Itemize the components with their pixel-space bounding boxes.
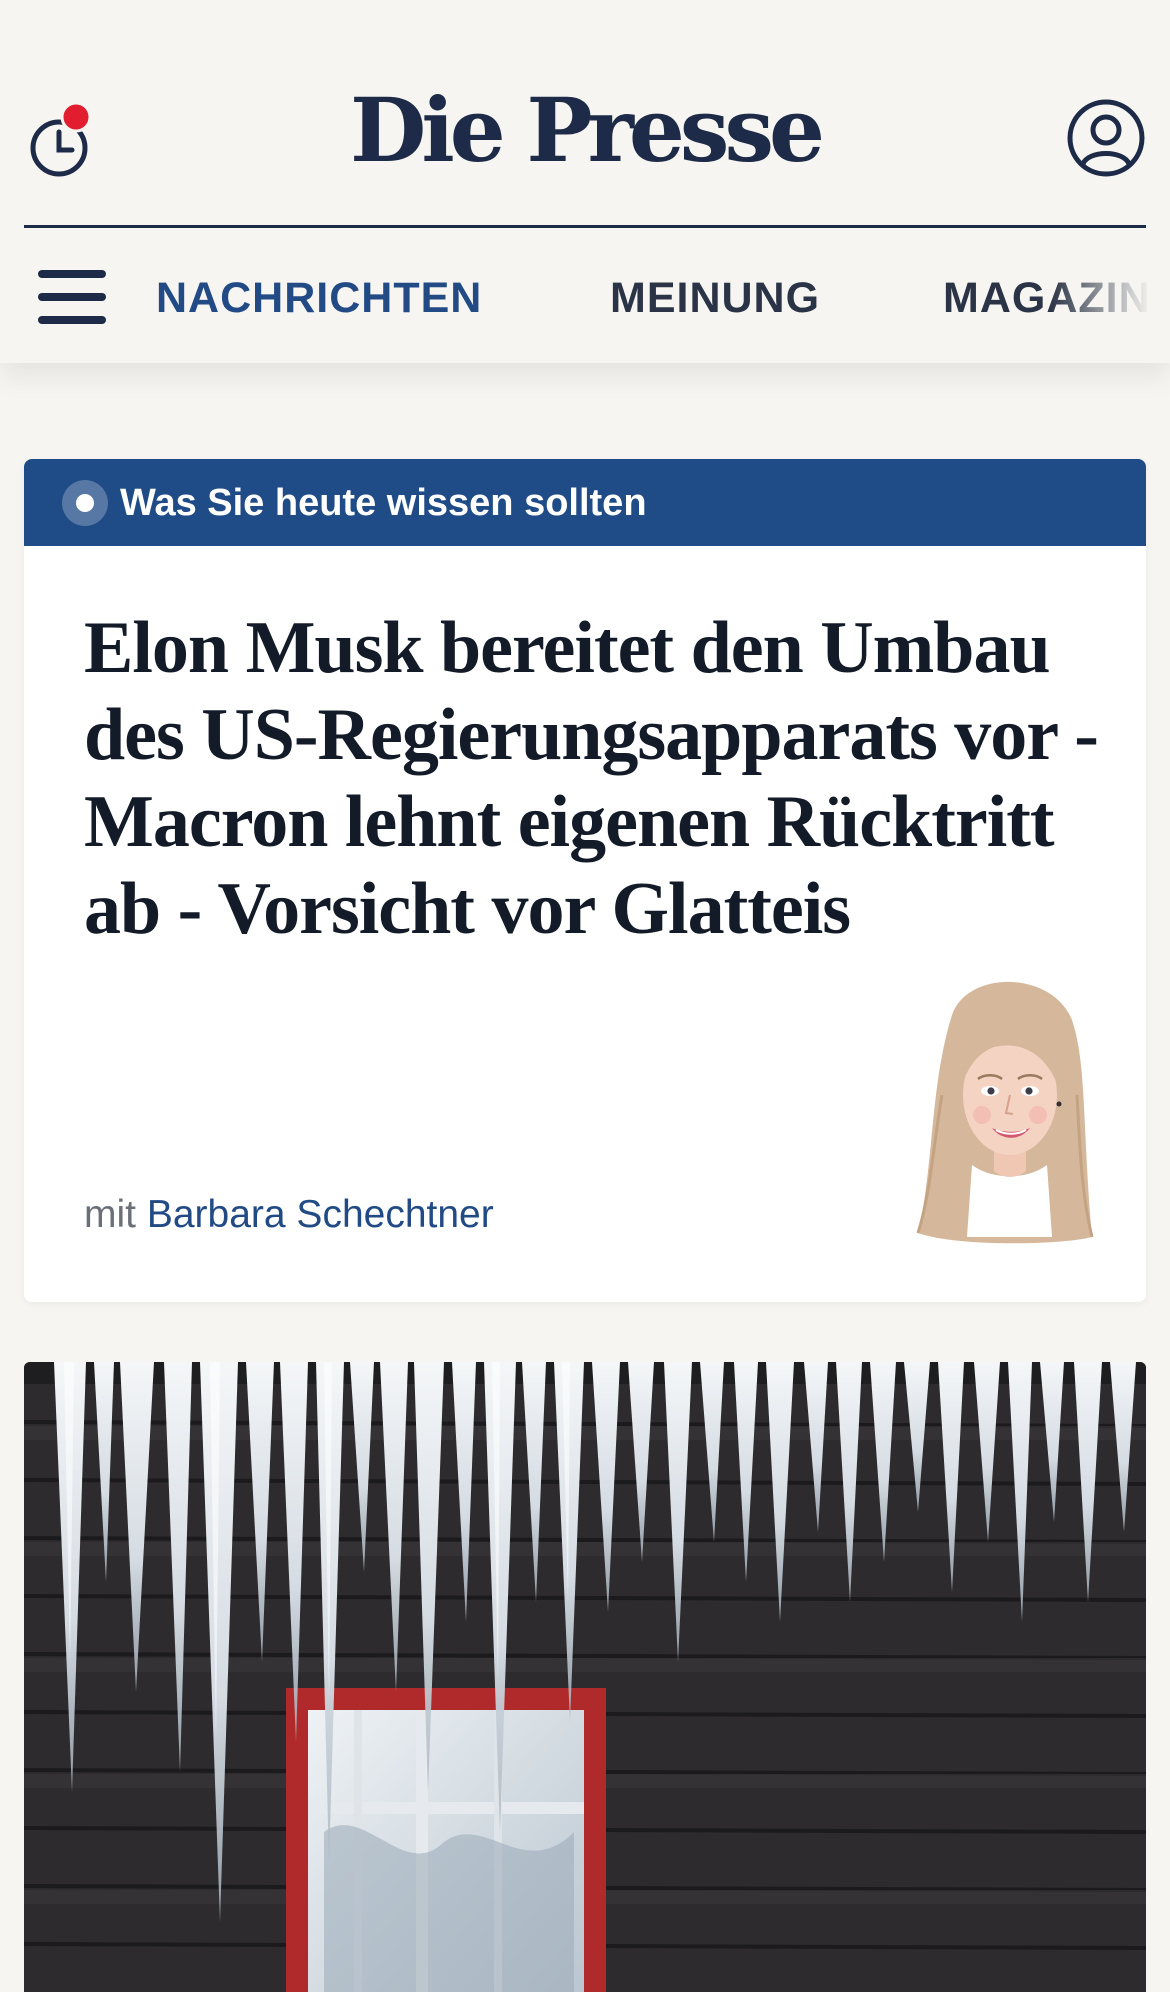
author-avatar <box>912 975 1102 1247</box>
article-image[interactable] <box>24 1362 1146 1992</box>
nav-item-nachrichten[interactable]: NACHRICHTEN <box>156 268 482 328</box>
section-nav: NACHRICHTEN MEINUNG MAGAZIN <box>0 228 1170 363</box>
author-link[interactable]: Barbara Schechtner <box>147 1193 494 1236</box>
daily-briefing-card[interactable]: Was Sie heute wissen sollten Elon Musk b… <box>24 459 1146 1302</box>
live-dot-icon <box>62 480 108 526</box>
hamburger-menu-icon[interactable] <box>38 270 106 324</box>
site-logo[interactable]: Die Presse <box>0 82 1170 178</box>
briefing-headline[interactable]: Elon Musk bereitet den Umbau des US-Regi… <box>84 605 1114 953</box>
user-account-icon <box>1067 99 1145 177</box>
nav-scroll-fade <box>1050 228 1170 363</box>
byline-prefix: mit <box>84 1193 136 1236</box>
account-button[interactable] <box>1066 98 1146 178</box>
nav-item-meinung[interactable]: MEINUNG <box>610 268 820 328</box>
top-bar: Die Presse <box>0 0 1170 225</box>
site-header: Die Presse NACHRICHTEN MEINUNG MAGAZIN <box>0 0 1170 363</box>
briefing-banner: Was Sie heute wissen sollten <box>24 459 1146 546</box>
byline: mit Barbara Schechtner <box>84 1187 494 1243</box>
briefing-banner-label: Was Sie heute wissen sollten <box>120 482 647 524</box>
